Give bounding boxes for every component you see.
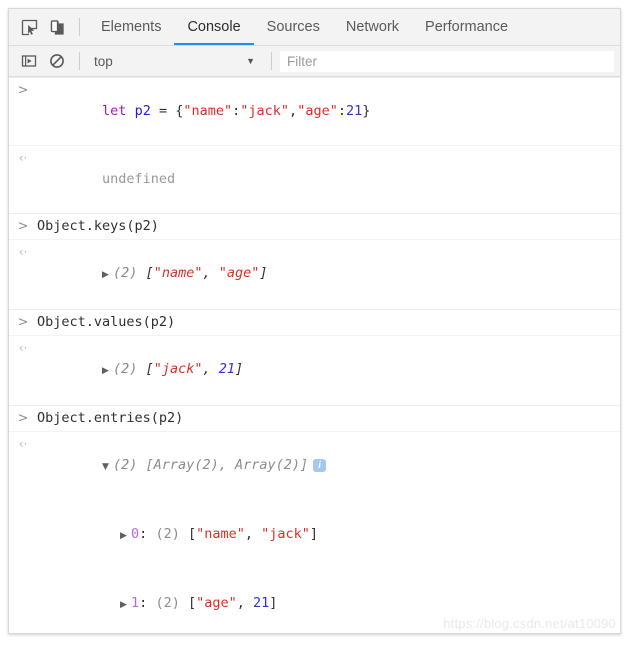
token-punct: [ (137, 265, 154, 281)
token-string: "age" (297, 103, 338, 119)
input-marker: > (17, 219, 29, 234)
tab-console[interactable]: Console (174, 9, 254, 45)
console-result: ▶ (2) ["name", "age"] (37, 242, 620, 307)
console-expression: Object.values(p2) (37, 314, 176, 330)
console-result: ▶ (2) ["jack", 21] (37, 338, 620, 403)
token-number: 21 (345, 103, 363, 119)
token-number: 21 (253, 595, 270, 611)
console-input-row[interactable]: > Object.entries(p2) (9, 405, 620, 431)
console-message-list[interactable]: > let p2 = {"name":"jack","age":21} ‹· u… (9, 77, 620, 633)
console-output-row[interactable]: ‹· ▶ (2) ["jack", 21] (9, 335, 620, 405)
console-output-row[interactable]: ‹· ▼ (2) [Array(2), Array(2)] i (9, 431, 620, 501)
token-undefined: undefined (102, 171, 176, 187)
token-punct: ] (235, 361, 244, 377)
token-string: "name" (196, 526, 245, 542)
output-marker: ‹· (18, 341, 28, 355)
tab-sources[interactable]: Sources (254, 9, 333, 45)
array-length-badge: (2) (113, 457, 138, 473)
token-identifier: p2 (134, 103, 151, 119)
output-marker: ‹· (18, 151, 28, 165)
token-punct: : (139, 526, 156, 542)
token-string: "name" (153, 265, 203, 281)
token-punct: ] (309, 526, 319, 542)
token-punct: ] (259, 265, 268, 281)
token-punct: , (202, 361, 219, 377)
input-marker: > (17, 83, 29, 98)
device-toolbar-icon[interactable] (43, 14, 71, 40)
token-string: "jack" (153, 361, 203, 377)
token-punct: , (236, 595, 253, 611)
watermark: https://blog.csdn.net/at10090 (443, 616, 616, 631)
object-property-row[interactable]: ▶ 0: (2) ["name", "jack"] (9, 501, 620, 570)
token-punct: } (362, 103, 371, 119)
execution-context-select[interactable]: top ▼ (88, 54, 263, 69)
filter-input[interactable] (280, 50, 614, 72)
tab-network[interactable]: Network (333, 9, 412, 45)
token-number: 21 (218, 361, 235, 377)
array-length-badge: (2) (113, 361, 138, 377)
expand-triangle-icon[interactable]: ▶ (102, 265, 113, 286)
chevron-down-icon: ▼ (246, 55, 255, 66)
token-string: "jack" (261, 526, 310, 542)
console-input-row[interactable]: > let p2 = {"name":"jack","age":21} (9, 77, 620, 145)
input-marker: > (17, 315, 29, 330)
expand-triangle-icon[interactable]: ▶ (120, 526, 131, 547)
inspect-element-icon[interactable] (15, 14, 43, 40)
output-marker: ‹· (18, 245, 28, 259)
expand-triangle-icon[interactable]: ▶ (120, 595, 131, 616)
array-preview: [Array(2), Array(2)] (137, 457, 309, 473)
property-key: 1 (131, 595, 140, 611)
console-result: ▶ 0: (2) ["name", "jack"] (37, 503, 620, 568)
console-input-row[interactable]: > Object.keys(p2) (9, 213, 620, 239)
console-expression: let p2 = {"name":"jack","age":21} (37, 80, 620, 143)
info-badge-icon[interactable]: i (313, 459, 327, 472)
array-length-badge: (2) (155, 595, 180, 611)
array-length-badge: (2) (113, 265, 138, 281)
token-punct: = { (150, 103, 184, 119)
console-sidebar-icon[interactable] (15, 48, 43, 74)
clear-console-icon[interactable] (43, 48, 71, 74)
token-punct: : (337, 103, 346, 119)
console-input-row[interactable]: > Object.values(p2) (9, 309, 620, 335)
toolbar-divider (79, 18, 80, 36)
token-string: "age" (218, 265, 260, 281)
expand-triangle-icon[interactable]: ▶ (102, 361, 113, 382)
console-expression: Object.keys(p2) (37, 218, 159, 234)
token-punct: , (202, 265, 219, 281)
token-punct: : (139, 595, 156, 611)
token-string: "age" (196, 595, 237, 611)
input-marker: > (17, 411, 29, 426)
token-punct: [ (179, 595, 197, 611)
filterbar-divider-2 (271, 52, 272, 70)
output-marker: ‹· (18, 437, 28, 451)
token-punct: ] (269, 595, 278, 611)
token-punct: [ (179, 526, 197, 542)
console-filterbar: top ▼ (9, 46, 620, 77)
collapse-triangle-icon[interactable]: ▼ (102, 457, 113, 478)
console-result: undefined (37, 148, 620, 211)
token-string: "name" (183, 103, 233, 119)
console-output-row[interactable]: ‹· ▶ (2) ["name", "age"] (9, 239, 620, 309)
tab-elements[interactable]: Elements (88, 9, 174, 45)
token-punct: , (244, 526, 262, 542)
token-keyword: let (102, 103, 127, 119)
tab-performance[interactable]: Performance (412, 9, 521, 45)
token-string: "jack" (240, 103, 290, 119)
property-key: 0 (131, 526, 140, 542)
console-output-row[interactable]: ‹· undefined (9, 145, 620, 213)
devtools-panel: Elements Console Sources Network Perform… (8, 8, 621, 634)
array-length-badge: (2) (155, 526, 180, 542)
token-punct: , (289, 103, 298, 119)
filterbar-divider-1 (79, 52, 80, 70)
devtools-tabbar: Elements Console Sources Network Perform… (9, 9, 620, 46)
token-punct: [ (137, 361, 154, 377)
console-expression: Object.entries(p2) (37, 410, 184, 426)
console-result: ▼ (2) [Array(2), Array(2)] i (37, 434, 620, 499)
execution-context-value: top (94, 53, 113, 69)
